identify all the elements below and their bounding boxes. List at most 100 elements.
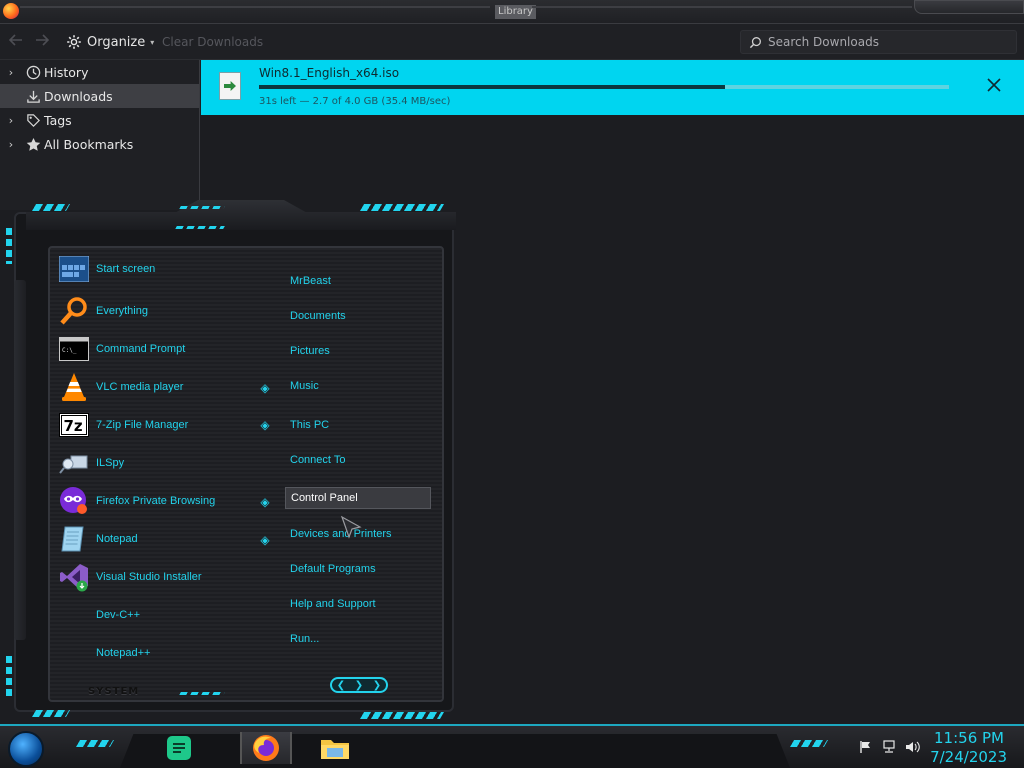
chevron-right-icon[interactable]: ❯ <box>373 680 381 691</box>
start-place-user-folder[interactable]: MrBeast <box>285 270 431 292</box>
start-app-firefox-private[interactable]: Firefox Private Browsing <box>58 484 215 518</box>
cyan-accent <box>789 740 829 747</box>
start-app-label: Firefox Private Browsing <box>96 495 216 507</box>
app-icon-placeholder <box>58 599 90 631</box>
taskbar-app-firefox[interactable] <box>240 732 292 764</box>
mouse-cursor-icon <box>340 515 362 539</box>
chevron-left-icon[interactable]: ❮ <box>337 680 345 691</box>
taskbar-app-file-explorer[interactable] <box>318 732 352 764</box>
start-app-visual-studio-installer[interactable]: Visual Studio Installer <box>58 560 202 594</box>
flag-icon[interactable] <box>858 740 874 756</box>
chevron-down-icon: ▾ <box>150 37 155 47</box>
clear-downloads-button[interactable]: Clear Downloads <box>162 35 263 49</box>
search-input[interactable] <box>768 35 1008 49</box>
back-button[interactable] <box>6 32 26 52</box>
sidebar-item-all-bookmarks[interactable]: › All Bookmarks <box>0 132 199 156</box>
titlebar-decoration <box>20 6 490 8</box>
submenu-arrow-icon[interactable]: ◈ <box>259 496 271 508</box>
sticky-notes-icon <box>167 736 191 760</box>
chevron-right-icon[interactable]: › <box>0 114 22 127</box>
close-icon <box>987 78 1001 92</box>
start-app-label: ILSpy <box>96 457 125 469</box>
start-app-start-screen[interactable]: Start screen <box>58 252 155 286</box>
search-box[interactable] <box>740 30 1017 54</box>
svg-text:C:\_: C:\_ <box>62 347 77 354</box>
download-filename: Win8.1_English_x64.iso <box>259 66 400 80</box>
taskbar-center-plate <box>120 734 790 768</box>
start-place-control-panel[interactable]: Control Panel <box>285 487 431 509</box>
clock-date[interactable]: 7/24/2023 <box>930 748 1007 766</box>
sidebar-item-downloads[interactable]: Downloads <box>0 84 199 108</box>
start-place-documents[interactable]: Documents <box>285 305 431 327</box>
7zip-icon: 7z <box>58 409 90 441</box>
vlc-icon <box>58 371 90 403</box>
start-menu-nav-control[interactable]: ❮ ❯ ❯ <box>330 677 388 693</box>
cyan-accent <box>31 710 71 717</box>
start-app-vlc[interactable]: VLC media player <box>58 370 183 404</box>
forward-button[interactable] <box>32 32 52 52</box>
start-app-label: Everything <box>96 305 148 317</box>
chevron-right-icon[interactable]: › <box>0 138 22 151</box>
start-place-help-and-support[interactable]: Help and Support <box>285 593 431 615</box>
titlebar-decoration <box>532 6 912 8</box>
start-app-label: 7-Zip File Manager <box>96 419 189 431</box>
window-titlebar[interactable]: Library <box>0 0 1024 24</box>
start-app-label: VLC media player <box>96 381 184 393</box>
organize-button[interactable]: Organize ▾ <box>66 32 154 52</box>
arrow-left-icon <box>8 34 22 46</box>
clock-time[interactable]: 11:56 PM <box>934 729 1004 747</box>
start-app-label: Dev-C++ <box>96 609 141 621</box>
start-place-default-programs[interactable]: Default Programs <box>285 558 431 580</box>
app-icon-placeholder <box>58 637 90 669</box>
start-app-command-prompt[interactable]: C:\_ Command Prompt <box>58 332 185 366</box>
start-place-pictures[interactable]: Pictures <box>285 340 431 362</box>
firefox-icon <box>253 735 279 761</box>
sidebar-item-tags[interactable]: › Tags <box>0 108 199 132</box>
start-app-7zip[interactable]: 7z 7-Zip File Manager <box>58 408 188 442</box>
search-icon <box>749 36 761 48</box>
start-app-dev-cpp[interactable]: Dev-C++ <box>58 598 140 632</box>
cyan-accent <box>179 206 225 209</box>
gear-icon <box>67 35 81 49</box>
cancel-download-button[interactable] <box>984 77 1004 97</box>
sidebar-item-label: Tags <box>44 112 72 128</box>
submenu-arrow-icon[interactable]: ◈ <box>259 419 271 431</box>
cyan-accent <box>6 228 12 264</box>
taskbar-app-sticky-notes[interactable] <box>162 732 196 764</box>
start-place-this-pc[interactable]: This PC <box>285 414 431 436</box>
download-item[interactable]: Win8.1_English_x64.iso 31s left — 2.7 of… <box>201 60 1024 115</box>
arrow-right-icon <box>36 34 50 46</box>
volume-icon[interactable] <box>905 740 921 756</box>
submenu-arrow-icon[interactable]: ◈ <box>259 534 271 546</box>
download-status: 31s left — 2.7 of 4.0 GB (35.4 MB/sec) <box>259 96 451 107</box>
cyan-accent <box>179 692 225 695</box>
chevron-right-icon[interactable]: › <box>0 66 22 79</box>
start-menu-footer-label: SYSTEM <box>88 686 140 697</box>
sidebar-item-history[interactable]: › History <box>0 60 199 84</box>
start-button[interactable] <box>8 731 44 767</box>
chevron-right-icon[interactable]: ❯ <box>355 680 363 691</box>
start-app-everything[interactable]: Everything <box>58 294 148 328</box>
download-progress-fill <box>259 85 725 89</box>
visual-studio-installer-icon <box>58 561 90 593</box>
start-place-run[interactable]: Run... <box>285 628 431 650</box>
cyan-accent <box>359 204 445 211</box>
library-sidebar: › History Downloads › Tags › All Bookmar… <box>0 60 200 210</box>
start-app-ilspy[interactable]: ILSpy <box>58 446 124 480</box>
start-app-notepad-plus-plus[interactable]: Notepad++ <box>58 636 150 670</box>
taskbar: 11:56 PM 7/24/2023 <box>0 724 1024 768</box>
start-app-label: Visual Studio Installer <box>96 571 202 583</box>
start-app-notepad[interactable]: Notepad <box>58 522 138 556</box>
network-icon[interactable] <box>881 740 897 756</box>
star-icon <box>22 136 44 152</box>
start-place-music[interactable]: Music <box>285 375 431 397</box>
cyan-accent <box>75 740 115 747</box>
submenu-arrow-icon[interactable]: ◈ <box>259 382 271 394</box>
file-explorer-icon <box>321 740 349 759</box>
file-icon <box>219 72 241 100</box>
cyan-accent <box>6 656 12 696</box>
window-controls[interactable] <box>914 0 1024 14</box>
start-screen-icon <box>58 253 90 285</box>
download-progress-bar <box>259 85 949 89</box>
start-place-connect-to[interactable]: Connect To <box>285 449 431 471</box>
